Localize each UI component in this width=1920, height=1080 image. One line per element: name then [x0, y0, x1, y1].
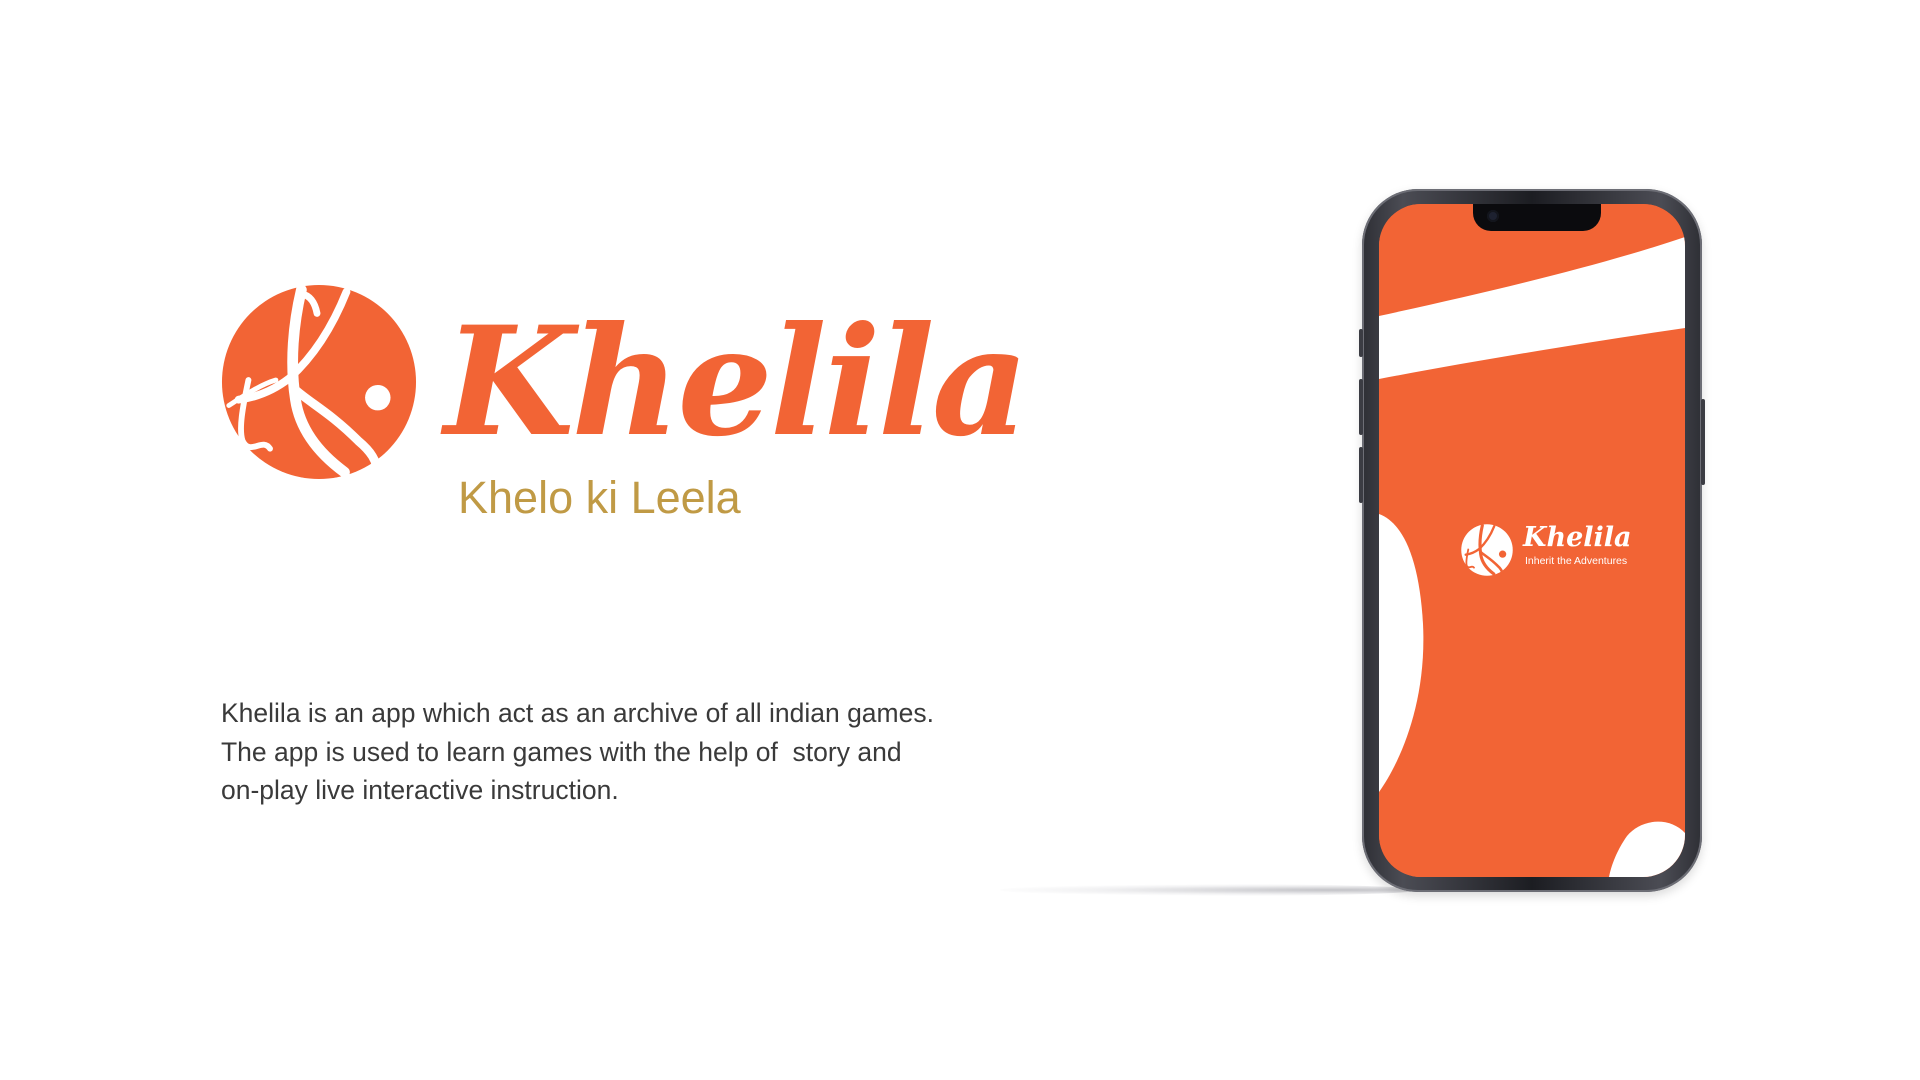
- splash-tagline: Inherit the Adventures: [1525, 555, 1628, 567]
- app-description: Khelila is an app which act as an archiv…: [221, 694, 1021, 810]
- camera-icon: [1487, 210, 1499, 222]
- phone-screen: Khelila Inherit the Adventures: [1379, 204, 1685, 877]
- khelila-logo-icon: [221, 284, 417, 480]
- volume-down-button: [1359, 447, 1363, 503]
- description-line: Khelila is an app which act as an archiv…: [221, 698, 934, 728]
- phone-notch: [1473, 204, 1601, 231]
- brand-tagline: Khelo ki Leela: [458, 472, 741, 523]
- description-line: on-play live interactive instruction.: [221, 775, 619, 805]
- phone-mockup: Khelila Inherit the Adventures: [1359, 189, 1705, 892]
- description-line: The app is used to learn games with the …: [221, 736, 902, 767]
- phone-shadow: [1000, 884, 1420, 896]
- khelila-logo-icon: [1461, 524, 1513, 576]
- power-button: [1701, 399, 1705, 485]
- presentation-slide: Khelila Khelo ki Leela Khelila is an app…: [0, 0, 1920, 1080]
- brand-name: Khelila: [444, 294, 1029, 470]
- splash-app-name: Khelila: [1523, 522, 1632, 553]
- volume-up-button: [1359, 379, 1363, 435]
- silent-switch: [1359, 329, 1363, 357]
